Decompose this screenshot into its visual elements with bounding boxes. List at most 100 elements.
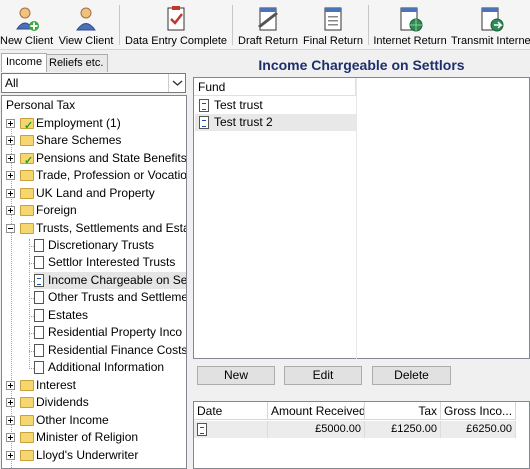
tree-item-label: Dividends bbox=[36, 395, 89, 409]
tree-item-label: Residential Property Inco bbox=[48, 325, 183, 339]
tree-item-label: Income Chargeable on Se bbox=[48, 273, 187, 287]
toolbar-separator bbox=[368, 5, 369, 45]
folder-icon bbox=[20, 188, 34, 199]
tree-item-label: Interest bbox=[36, 378, 77, 392]
transmit-internet-button[interactable]: Transmit Internet bbox=[451, 0, 530, 49]
document-icon bbox=[34, 309, 44, 322]
folder-open-icon bbox=[20, 223, 34, 234]
transmit-internet-icon bbox=[481, 7, 503, 32]
tree-item-label: Other Trusts and Settleme bbox=[48, 290, 187, 304]
document-icon bbox=[34, 361, 44, 374]
column-divider bbox=[356, 78, 357, 360]
column-header-amount-received[interactable]: Amount Received bbox=[268, 402, 365, 420]
fund-name: Test trust 2 bbox=[214, 115, 273, 129]
page-title: Income Chargeable on Settlors bbox=[258, 57, 465, 73]
final-return-icon bbox=[324, 7, 342, 31]
grid-cell-gross[interactable]: £6250.00 bbox=[441, 421, 516, 438]
grid-cell-date[interactable] bbox=[194, 421, 268, 438]
check-icon: ✓ bbox=[24, 120, 34, 132]
tab-reliefs[interactable]: Reliefs etc. bbox=[44, 54, 109, 72]
tab-income[interactable]: Income bbox=[1, 53, 48, 72]
new-client-button[interactable]: New Client bbox=[0, 0, 53, 49]
tree-item-label: Other Income bbox=[36, 413, 109, 427]
view-client-label: View Client bbox=[58, 35, 114, 47]
expand-icon[interactable] bbox=[6, 381, 15, 390]
tree-item-income-chargeable[interactable]: Income Chargeable on Se bbox=[34, 272, 186, 289]
toolbar-separator bbox=[232, 5, 233, 45]
delete-button[interactable]: Delete bbox=[372, 366, 451, 385]
fund-row[interactable]: Test trust bbox=[195, 97, 356, 114]
column-header-tax[interactable]: Tax bbox=[365, 402, 441, 420]
view-client-button[interactable]: View Client bbox=[57, 0, 115, 49]
data-entry-complete-button[interactable]: Data Entry Complete bbox=[124, 0, 228, 49]
category-tree[interactable]: Personal Tax ✓ Employment (1) Share Sche… bbox=[1, 95, 187, 469]
expand-icon[interactable] bbox=[6, 171, 15, 180]
tree-item-label: Additional Information bbox=[48, 360, 165, 374]
column-header-date[interactable]: Date bbox=[194, 402, 268, 420]
new-button[interactable]: New bbox=[197, 366, 275, 385]
tree-item-label: Residential Finance Costs bbox=[48, 343, 187, 357]
filter-select[interactable]: All bbox=[1, 73, 186, 93]
document-icon bbox=[34, 274, 44, 287]
check-icon: ✓ bbox=[24, 155, 34, 167]
draft-return-button[interactable]: Draft Return bbox=[237, 0, 299, 49]
tree-guide-line bbox=[29, 239, 30, 367]
expand-icon[interactable] bbox=[6, 398, 15, 407]
final-return-button[interactable]: Final Return bbox=[302, 0, 364, 49]
expand-icon[interactable] bbox=[6, 136, 15, 145]
filter-selected-value: All bbox=[5, 76, 19, 90]
tree-item-label: Settlor Interested Trusts bbox=[48, 255, 176, 269]
view-client-icon bbox=[76, 7, 96, 31]
expand-icon[interactable] bbox=[6, 119, 15, 128]
folder-icon: ✓ bbox=[20, 153, 34, 167]
grid-cell-amount[interactable]: £5000.00 bbox=[268, 421, 365, 438]
document-icon bbox=[197, 423, 207, 436]
new-client-icon bbox=[15, 7, 39, 31]
chevron-down-icon[interactable] bbox=[168, 74, 185, 92]
document-icon bbox=[34, 239, 44, 252]
grid-cell-tax[interactable]: £1250.00 bbox=[365, 421, 441, 438]
fund-column-header[interactable]: Fund bbox=[194, 78, 356, 96]
toolbar-separator bbox=[119, 5, 120, 45]
transmit-internet-label: Transmit Internet bbox=[451, 35, 530, 47]
internet-return-button[interactable]: Internet Return bbox=[373, 0, 447, 49]
expand-icon[interactable] bbox=[6, 206, 15, 215]
document-icon bbox=[34, 344, 44, 357]
expand-icon[interactable] bbox=[6, 433, 15, 442]
expand-icon[interactable] bbox=[6, 154, 15, 163]
tree-item-label: Trusts, Settlements and Estat bbox=[36, 221, 187, 235]
fund-list[interactable]: Fund Test trust Test trust 2 bbox=[193, 77, 530, 360]
document-icon bbox=[34, 291, 44, 304]
column-header-gross-income[interactable]: Gross Inco... bbox=[441, 402, 516, 420]
tree-item-label: Share Schemes bbox=[36, 133, 122, 147]
internet-return-icon bbox=[400, 7, 423, 32]
payments-grid[interactable]: Date Amount Received Tax Gross Inco... £… bbox=[193, 401, 530, 469]
folder-icon: ✓ bbox=[20, 118, 34, 132]
draft-return-label: Draft Return bbox=[238, 35, 298, 47]
draft-return-icon bbox=[258, 7, 278, 31]
data-entry-complete-label: Data Entry Complete bbox=[124, 35, 228, 47]
document-icon bbox=[199, 116, 209, 129]
clipboard-check-icon bbox=[167, 6, 185, 31]
document-icon bbox=[199, 99, 209, 112]
tree-item-label: Foreign bbox=[36, 203, 77, 217]
final-return-label: Final Return bbox=[303, 35, 363, 47]
expand-icon[interactable] bbox=[6, 416, 15, 425]
fund-row[interactable]: Test trust 2 bbox=[195, 114, 356, 131]
tree-item-label: UK Land and Property bbox=[36, 186, 155, 200]
expand-icon[interactable] bbox=[6, 189, 15, 198]
tree-item-label: Minister of Religion bbox=[36, 430, 139, 444]
collapse-icon[interactable] bbox=[6, 224, 15, 233]
folder-icon bbox=[20, 397, 34, 408]
internet-return-label: Internet Return bbox=[373, 35, 447, 47]
folder-icon bbox=[20, 170, 34, 181]
fund-name: Test trust bbox=[214, 98, 263, 112]
folder-icon bbox=[20, 205, 34, 216]
tree-item-label: Pensions and State Benefits ( bbox=[36, 151, 187, 165]
tree-item-label: Lloyd's Underwriter bbox=[36, 448, 139, 462]
edit-button[interactable]: Edit bbox=[284, 366, 362, 385]
new-client-label: New Client bbox=[0, 35, 54, 47]
folder-icon bbox=[20, 380, 34, 391]
tree-root-personal-tax[interactable]: Personal Tax bbox=[6, 98, 75, 112]
expand-icon[interactable] bbox=[6, 451, 15, 460]
